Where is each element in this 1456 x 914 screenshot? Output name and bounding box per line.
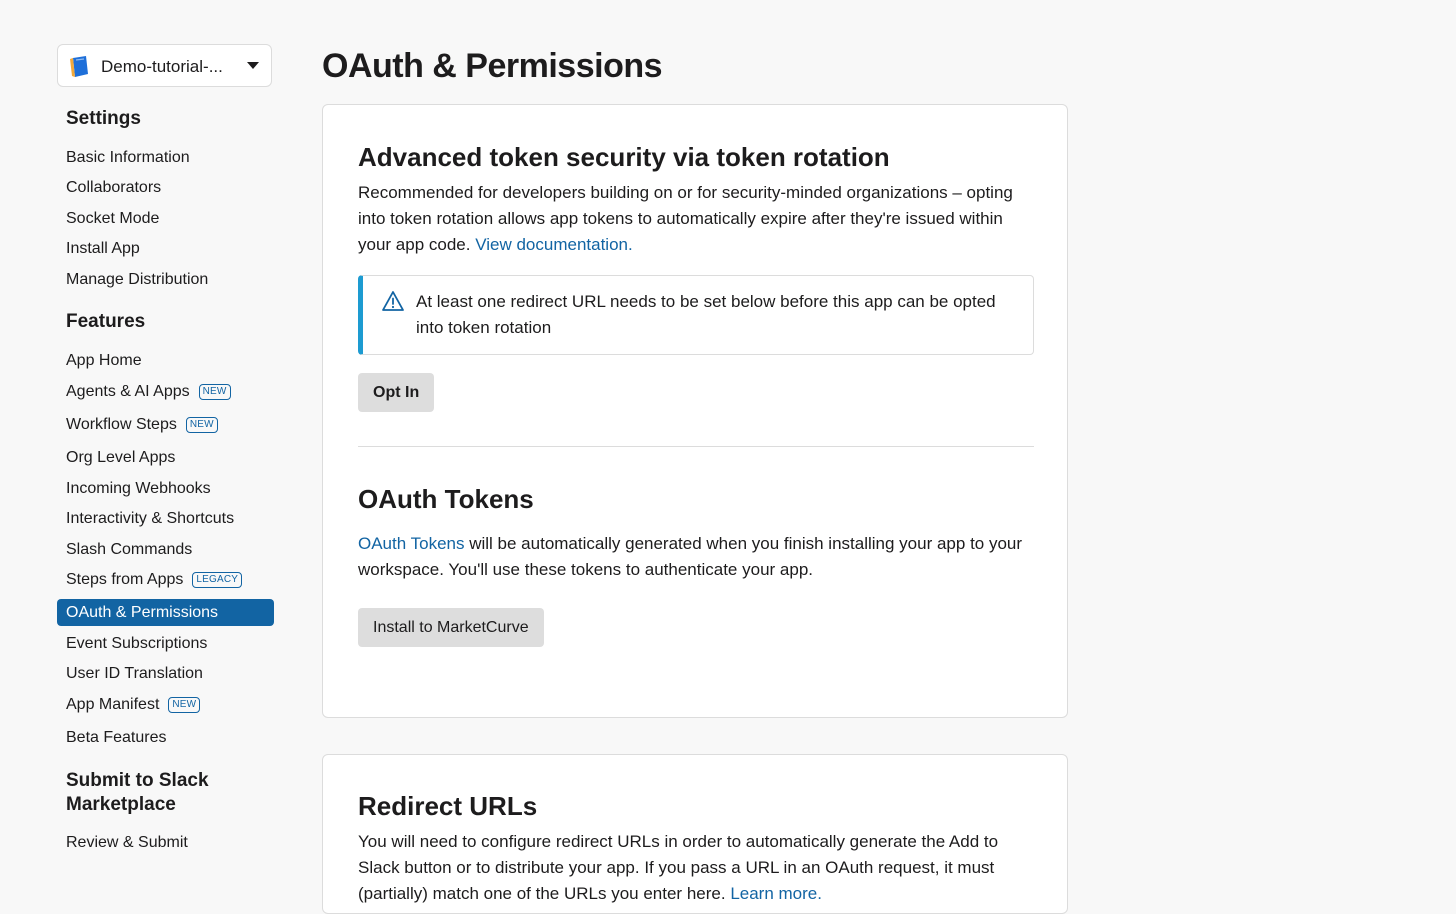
sidebar-item-incoming-webhooks[interactable]: Incoming Webhooks bbox=[66, 478, 211, 500]
sidebar-item-agents-ai-apps[interactable]: Agents & AI Apps NEW bbox=[66, 381, 231, 403]
sidebar-item-label: OAuth & Permissions bbox=[66, 604, 219, 621]
alert-text: At least one redirect URL needs to be se… bbox=[416, 292, 996, 337]
sidebar-item-org-level-apps[interactable]: Org Level Apps bbox=[66, 447, 175, 469]
view-documentation-link[interactable]: View documentation. bbox=[475, 235, 633, 254]
sidebar-item-review-submit[interactable]: Review & Submit bbox=[66, 832, 188, 854]
sidebar-item-slash-commands[interactable]: Slash Commands bbox=[66, 539, 192, 561]
sidebar-item-label: Steps from Apps bbox=[66, 571, 184, 588]
divider bbox=[358, 446, 1034, 447]
sidebar-item-user-id-translation[interactable]: User ID Translation bbox=[66, 663, 203, 685]
learn-more-link[interactable]: Learn more. bbox=[730, 884, 822, 903]
submit-heading: Submit to Slack Marketplace bbox=[66, 770, 209, 815]
redirect-url-alert: At least one redirect URL needs to be se… bbox=[358, 275, 1034, 355]
token-rotation-heading: Advanced token security via token rotati… bbox=[358, 142, 890, 172]
sidebar-item-collaborators[interactable]: Collaborators bbox=[66, 177, 161, 199]
token-rotation-description: Recommended for developers building on o… bbox=[358, 183, 1013, 254]
sidebar-item-label: Workflow Steps bbox=[66, 416, 177, 433]
sidebar-item-app-manifest[interactable]: App Manifest NEW bbox=[66, 694, 201, 716]
install-button[interactable]: Install to MarketCurve bbox=[358, 608, 544, 647]
sidebar-item-steps-from-apps[interactable]: Steps from Apps LEGACY bbox=[66, 569, 243, 591]
oauth-tokens-heading: OAuth Tokens bbox=[358, 484, 534, 514]
sidebar-item-workflow-steps[interactable]: Workflow Steps NEW bbox=[66, 414, 218, 436]
oauth-tokens-link[interactable]: OAuth Tokens bbox=[358, 534, 464, 553]
legacy-badge: LEGACY bbox=[192, 572, 243, 588]
features-heading: Features bbox=[66, 311, 146, 332]
settings-heading: Settings bbox=[66, 108, 141, 129]
app-book-icon bbox=[70, 56, 88, 77]
opt-in-button[interactable]: Opt In bbox=[358, 373, 435, 412]
page-title: OAuth & Permissions bbox=[322, 47, 663, 85]
app-name: Demo-tutorial-... bbox=[101, 57, 223, 76]
sidebar-item-install-app[interactable]: Install App bbox=[66, 238, 140, 260]
app-picker-dropdown[interactable]: Demo-tutorial-... bbox=[57, 44, 272, 87]
sidebar-item-oauth-permissions[interactable]: OAuth & Permissions bbox=[57, 599, 274, 626]
new-badge: NEW bbox=[168, 697, 201, 713]
new-badge: NEW bbox=[198, 384, 231, 400]
redirect-urls-card: Redirect URLs You will need to configure… bbox=[322, 754, 1068, 914]
sidebar-item-label: App Manifest bbox=[66, 696, 160, 713]
sidebar-item-beta-features[interactable]: Beta Features bbox=[66, 727, 167, 749]
chevron-down-icon bbox=[247, 62, 259, 69]
sidebar-item-event-subscriptions[interactable]: Event Subscriptions bbox=[66, 633, 207, 655]
redirect-urls-heading: Redirect URLs bbox=[358, 791, 538, 821]
token-card: Advanced token security via token rotati… bbox=[322, 104, 1068, 718]
oauth-tokens-description: OAuth Tokens will be automatically gener… bbox=[358, 534, 1023, 579]
warning-icon bbox=[382, 291, 404, 311]
redirect-urls-description: You will need to configure redirect URLs… bbox=[358, 832, 999, 903]
new-badge: NEW bbox=[185, 417, 218, 433]
sidebar-item-label: Agents & AI Apps bbox=[66, 383, 190, 400]
sidebar: Demo-tutorial-... Settings Basic Informa… bbox=[0, 0, 300, 892]
sidebar-item-basic-information[interactable]: Basic Information bbox=[66, 147, 190, 169]
sidebar-item-interactivity-shortcuts[interactable]: Interactivity & Shortcuts bbox=[66, 508, 234, 530]
sidebar-item-manage-distribution[interactable]: Manage Distribution bbox=[66, 269, 208, 291]
sidebar-item-app-home[interactable]: App Home bbox=[66, 350, 142, 372]
sidebar-item-socket-mode[interactable]: Socket Mode bbox=[66, 208, 159, 230]
